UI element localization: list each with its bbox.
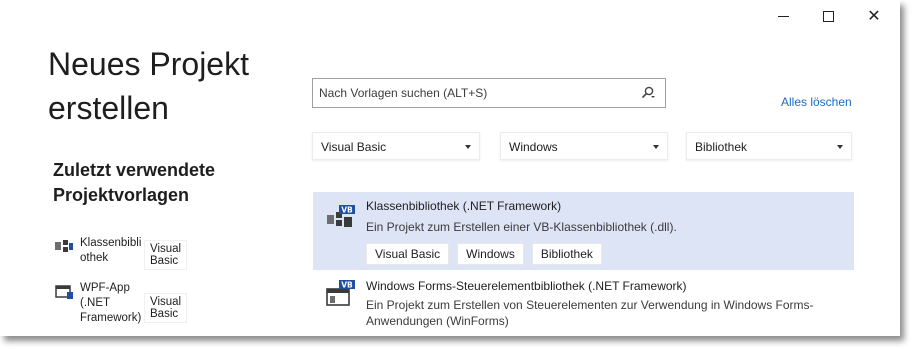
recent-item-name: WPF-App (.NET Framework) — [80, 282, 142, 324]
search-input[interactable] — [317, 85, 631, 101]
recent-item-wpf-app[interactable]: WPF-App (.NET Framework) Visual Basic — [54, 281, 188, 324]
tag-language: Visual Basic — [366, 243, 450, 265]
maximize-icon — [822, 10, 834, 22]
recent-templates-heading: Zuletzt verwendete Projektvorlagen — [53, 158, 215, 208]
project-type-filter-value: Bibliothek — [695, 140, 748, 154]
svg-text:VB: VB — [341, 206, 353, 215]
tag-platform: Windows — [457, 243, 524, 265]
vb-winforms-control-library-icon: VB — [326, 280, 355, 306]
language-filter-dropdown[interactable]: Visual Basic — [312, 132, 480, 160]
recent-heading-line2: Projektvorlagen — [53, 185, 190, 205]
svg-text:VB: VB — [341, 281, 353, 290]
vb-class-library-icon: VB — [327, 205, 355, 227]
template-description: Ein Projekt zum Erstellen einer VB-Klass… — [366, 220, 677, 234]
project-type-filter-dropdown[interactable]: Bibliothek — [686, 132, 852, 160]
template-item-winforms-control-library[interactable]: VB Windows Forms-Steuerelementbibliothek… — [313, 274, 854, 336]
create-project-dialog: ✕ Neues Projekt erstellen Zuletzt verwen… — [0, 0, 900, 336]
clear-all-link[interactable]: Alles löschen — [781, 95, 852, 109]
wpf-app-icon — [55, 285, 73, 299]
template-tags: Visual Basic Windows Bibliothek — [366, 243, 602, 265]
minimize-button[interactable] — [761, 4, 805, 28]
chevron-down-icon — [837, 145, 843, 149]
platform-filter-dropdown[interactable]: Windows — [500, 132, 668, 160]
template-name: Windows Forms-Steuerelementbibliothek (.… — [366, 279, 687, 293]
page-title-line2: erstellen — [48, 90, 169, 126]
close-icon: ✕ — [867, 6, 881, 25]
recent-item-class-library[interactable]: Klassenbibli othek Visual Basic — [54, 236, 188, 270]
template-search-box — [312, 78, 666, 108]
template-item-class-library[interactable]: VB Klassenbibliothek (.NET Framework) Ei… — [313, 192, 854, 270]
language-filter-value: Visual Basic — [321, 140, 387, 154]
chevron-down-icon — [465, 145, 471, 149]
page-title-line1: Neues Projekt — [48, 46, 249, 82]
chevron-down-icon — [653, 145, 659, 149]
template-description: Ein Projekt zum Erstellen von Steuerelem… — [366, 298, 814, 328]
tag-project-type: Bibliothek — [531, 243, 602, 265]
recent-heading-line1: Zuletzt verwendete — [53, 160, 216, 180]
recent-item-language: Visual Basic — [144, 240, 188, 270]
minimize-icon — [777, 15, 789, 17]
search-icon[interactable] — [641, 86, 655, 100]
platform-filter-value: Windows — [509, 140, 558, 154]
page-title: Neues Projekt erstellen — [48, 42, 249, 130]
recent-item-language: Visual Basic — [144, 293, 188, 323]
recent-item-name: Klassenbibli othek — [80, 237, 142, 264]
maximize-button[interactable] — [806, 4, 850, 28]
template-name: Klassenbibliothek (.NET Framework) — [366, 199, 562, 213]
class-library-icon — [55, 240, 73, 252]
close-button[interactable]: ✕ — [852, 4, 896, 28]
